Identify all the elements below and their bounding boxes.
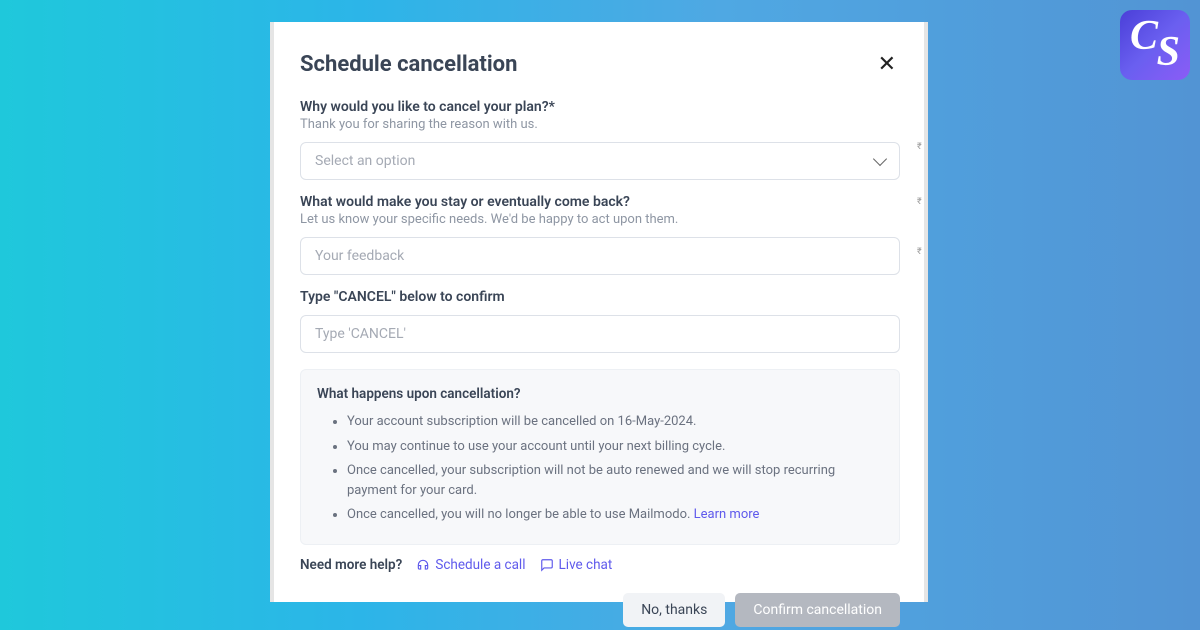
learn-more-link[interactable]: Learn more (694, 507, 760, 522)
feedback-input[interactable] (300, 237, 900, 275)
modal-header: Schedule cancellation ✕ (300, 48, 900, 81)
reason-label: Why would you like to cancel your plan?* (300, 99, 900, 115)
confirm-label: Type "CANCEL" below to confirm (300, 289, 900, 305)
stay-section: What would make you stay or eventually c… (300, 194, 900, 275)
cancellation-info-box: What happens upon cancellation? Your acc… (300, 369, 900, 545)
info-item-3: Once cancelled, your subscription will n… (347, 461, 883, 500)
stay-label: What would make you stay or eventually c… (300, 194, 900, 210)
help-row: Need more help? Schedule a call Live cha… (300, 557, 900, 573)
close-icon[interactable]: ✕ (874, 48, 900, 81)
no-thanks-button[interactable]: No, thanks (623, 593, 725, 627)
headset-icon (416, 558, 430, 572)
logo-letter-c: C (1130, 12, 1158, 60)
reason-sublabel: Thank you for sharing the reason with us… (300, 117, 900, 132)
reason-section: Why would you like to cancel your plan?*… (300, 99, 900, 180)
modal-dialog: ₹ ₹ ₹ Schedule cancellation ✕ Why would … (274, 22, 924, 602)
stay-sublabel: Let us know your specific needs. We'd be… (300, 212, 900, 227)
help-label: Need more help? (300, 557, 402, 573)
logo-letter-s: S (1157, 28, 1180, 76)
info-item-4: Once cancelled, you will no longer be ab… (347, 505, 883, 525)
confirm-input[interactable] (300, 315, 900, 353)
info-item-1: Your account subscription will be cancel… (347, 412, 883, 432)
app-logo-badge: C S (1120, 10, 1190, 80)
info-title: What happens upon cancellation? (317, 386, 883, 402)
chevron-down-icon (873, 152, 887, 166)
reason-select-placeholder: Select an option (315, 153, 415, 169)
live-chat-link[interactable]: Live chat (540, 557, 613, 573)
confirm-section: Type "CANCEL" below to confirm (300, 289, 900, 353)
modal-title: Schedule cancellation (300, 52, 517, 77)
side-tick: ₹ (917, 142, 927, 152)
info-item-2: You may continue to use your account unt… (347, 437, 883, 457)
confirm-cancellation-button[interactable]: Confirm cancellation (735, 593, 900, 627)
modal-footer: No, thanks Confirm cancellation (300, 573, 900, 627)
chat-icon (540, 558, 554, 572)
schedule-call-link[interactable]: Schedule a call (416, 557, 525, 573)
info-list: Your account subscription will be cancel… (317, 412, 883, 525)
side-tick: ₹ (917, 197, 927, 207)
reason-select[interactable]: Select an option (300, 142, 900, 180)
side-tick: ₹ (917, 247, 927, 257)
